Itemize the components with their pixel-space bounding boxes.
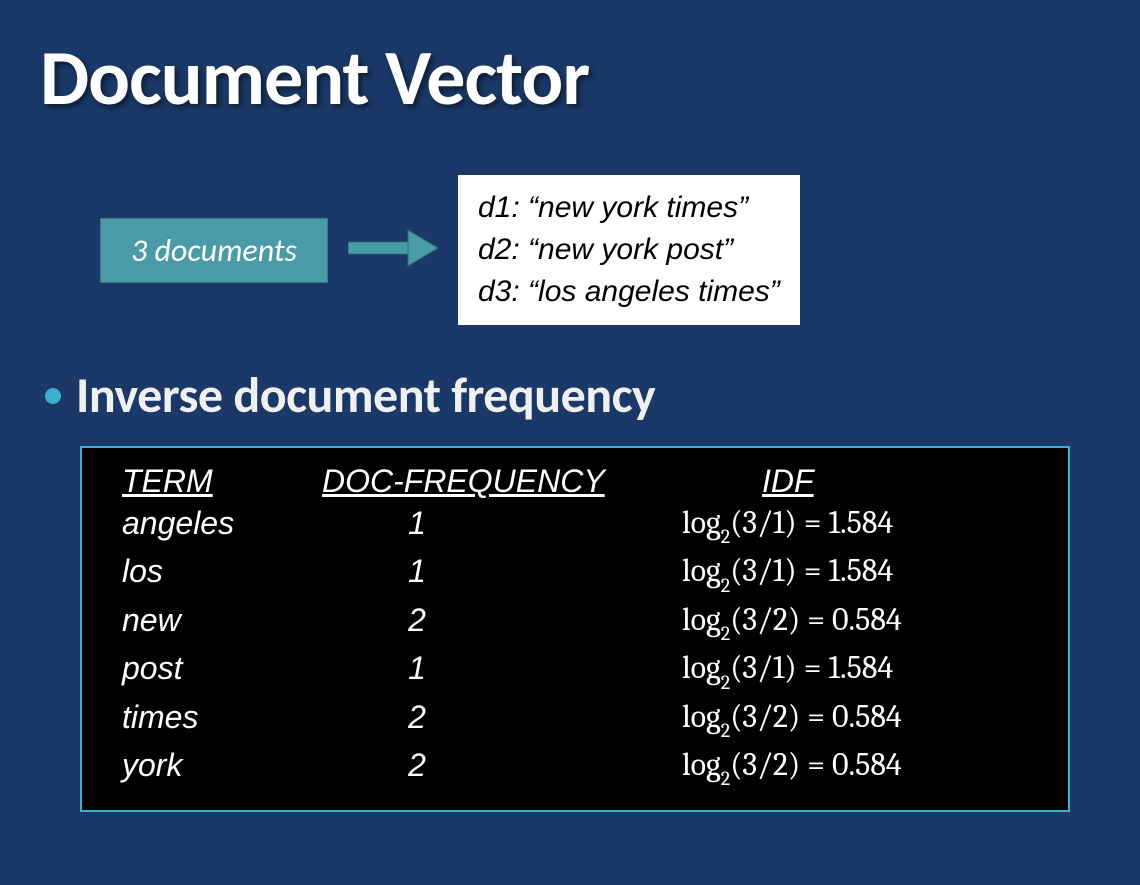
documents-count-badge: 3 documents — [100, 218, 328, 283]
cell-idf: log2(3/2) = 0.584 — [682, 742, 902, 790]
cell-doc-frequency: 1 — [322, 500, 682, 548]
doc-1: d1: “new york times” — [478, 187, 780, 229]
idf-table: TERM DOC-FREQUENCY IDF angeles1log2(3/1)… — [80, 446, 1070, 812]
cell-term: new — [122, 597, 322, 645]
table-row: times2log2(3/2) = 0.584 — [122, 694, 1028, 742]
bullet-item: Inverse document frequency — [40, 365, 1100, 426]
cell-doc-frequency: 1 — [322, 645, 682, 693]
slide-title: Document Vector — [40, 30, 1100, 125]
cell-term: los — [122, 548, 322, 596]
table-row: new2log2(3/2) = 0.584 — [122, 597, 1028, 645]
table-body: angeles1log2(3/1) = 1.584los1log2(3/1) =… — [122, 500, 1028, 790]
table-row: post1log2(3/1) = 1.584 — [122, 645, 1028, 693]
cell-idf: log2(3/1) = 1.584 — [682, 645, 893, 693]
bullet-text: Inverse document frequency — [76, 365, 655, 426]
cell-idf: log2(3/2) = 0.584 — [682, 694, 902, 742]
cell-idf: log2(3/2) = 0.584 — [682, 597, 902, 645]
arrow-icon — [348, 228, 438, 273]
cell-term: post — [122, 645, 322, 693]
doc-2: d2: “new york post” — [478, 229, 780, 271]
cell-doc-frequency: 2 — [322, 597, 682, 645]
cell-idf: log2(3/1) = 1.584 — [682, 500, 893, 548]
documents-diagram: 3 documents d1: “new york times” d2: “ne… — [100, 175, 1100, 325]
cell-doc-frequency: 2 — [322, 694, 682, 742]
header-term: TERM — [122, 463, 322, 500]
cell-term: york — [122, 742, 322, 790]
header-idf: IDF — [762, 463, 814, 500]
table-row: los1log2(3/1) = 1.584 — [122, 548, 1028, 596]
doc-3: d3: “los angeles times” — [478, 271, 780, 313]
table-row: york2log2(3/2) = 0.584 — [122, 742, 1028, 790]
table-header-row: TERM DOC-FREQUENCY IDF — [122, 463, 1028, 500]
cell-doc-frequency: 2 — [322, 742, 682, 790]
header-doc-frequency: DOC-FREQUENCY — [322, 463, 682, 500]
cell-term: times — [122, 694, 322, 742]
table-row: angeles1log2(3/1) = 1.584 — [122, 500, 1028, 548]
cell-doc-frequency: 1 — [322, 548, 682, 596]
cell-idf: log2(3/1) = 1.584 — [682, 548, 893, 596]
bullet-dot-icon — [45, 388, 61, 404]
documents-list-box: d1: “new york times” d2: “new york post”… — [458, 175, 800, 325]
cell-term: angeles — [122, 500, 322, 548]
